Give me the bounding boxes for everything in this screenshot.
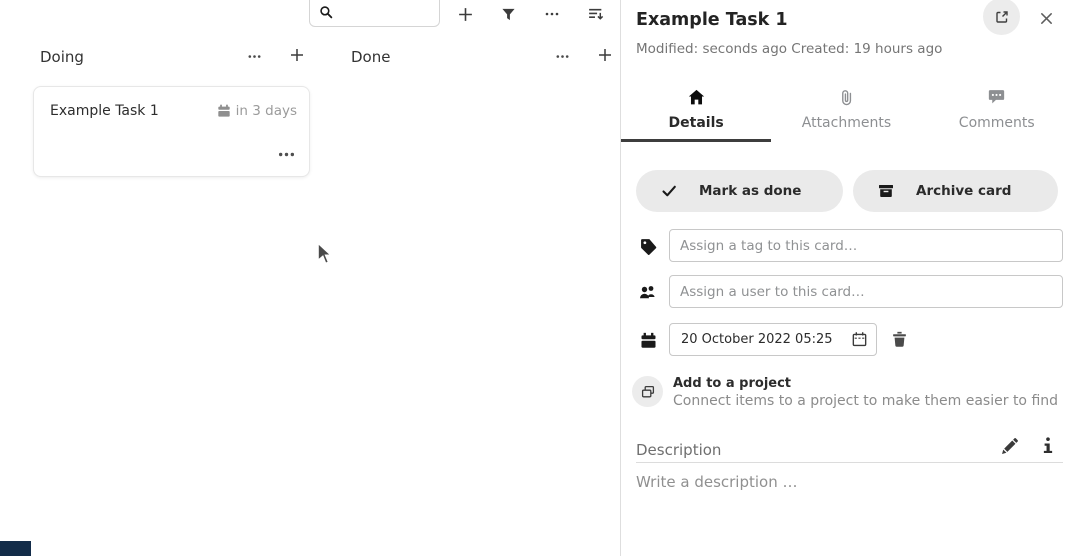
assign-user-input[interactable] (669, 275, 1063, 308)
taskbar-fragment (0, 541, 31, 556)
external-link-icon (994, 9, 1010, 25)
description-label: Description (636, 441, 721, 459)
edit-description-button[interactable] (1001, 438, 1018, 455)
calendar-icon (640, 332, 657, 349)
tab-label: Comments (959, 115, 1035, 131)
open-in-new-window-button[interactable] (983, 0, 1020, 35)
description-divider (636, 462, 1063, 463)
sort-list-icon (587, 6, 604, 23)
search-icon (310, 5, 334, 26)
done-add-card-button[interactable] (592, 42, 618, 68)
search-input[interactable] (334, 2, 424, 26)
close-icon (1039, 11, 1054, 26)
mouse-pointer-icon (316, 242, 338, 268)
ellipsis-icon (544, 6, 560, 22)
panel-meta: Modified: seconds ago Created: 19 hours … (636, 41, 942, 57)
board-menu-button[interactable] (539, 1, 565, 27)
assign-tag-input[interactable] (669, 229, 1063, 262)
tab-comments[interactable]: Comments (922, 84, 1072, 142)
filter-button[interactable] (495, 1, 521, 27)
tab-label: Attachments (802, 115, 891, 131)
assign-user-icon (639, 284, 657, 300)
description-placeholder[interactable]: Write a description … (636, 473, 798, 491)
ellipsis-icon (278, 146, 295, 163)
plus-icon (289, 47, 305, 63)
paperclip-icon (839, 88, 854, 106)
plus-icon (597, 47, 613, 63)
filter-funnel-icon (501, 7, 516, 22)
task-card[interactable]: Example Task 1 in 3 days (33, 86, 310, 177)
ellipsis-icon (247, 49, 262, 64)
checkmark-icon (661, 183, 677, 199)
sort-button[interactable] (582, 1, 608, 27)
pencil-icon (1001, 438, 1018, 455)
button-label: Mark as done (699, 183, 801, 199)
plus-icon (457, 6, 474, 23)
doing-column-menu-button[interactable] (241, 43, 267, 69)
panel-title: Example Task 1 (636, 10, 788, 30)
card-menu-button[interactable] (278, 146, 295, 163)
due-date-value: 20 October 2022 05:25 (681, 332, 851, 347)
panel-tabs: Details Attachments Comments (621, 84, 1072, 142)
archive-card-button[interactable]: Archive card (853, 170, 1058, 212)
ellipsis-icon (555, 49, 570, 64)
close-panel-button[interactable] (1035, 7, 1057, 29)
add-to-project-subtitle: Connect items to a project to make them … (673, 393, 1058, 409)
doing-add-card-button[interactable] (284, 42, 310, 68)
tag-icon (640, 238, 657, 255)
tab-label: Details (669, 115, 724, 131)
chat-bubble-icon (988, 88, 1005, 106)
column-title-done: Done (351, 48, 390, 66)
card-title: Example Task 1 (50, 103, 159, 119)
archive-box-icon (878, 183, 894, 199)
button-label: Archive card (916, 183, 1011, 199)
tab-details[interactable]: Details (621, 84, 771, 142)
trash-icon (891, 331, 908, 348)
add-list-button[interactable] (452, 1, 478, 27)
column-title-doing: Doing (40, 48, 84, 66)
overlapping-windows-icon (640, 384, 656, 400)
done-column-menu-button[interactable] (549, 43, 575, 69)
search-box[interactable] (309, 0, 440, 27)
add-to-project-title: Add to a project (673, 376, 791, 391)
card-due-date: in 3 days (217, 103, 297, 119)
remove-due-date-button[interactable] (891, 331, 908, 348)
due-date-field[interactable]: 20 October 2022 05:25 (669, 323, 877, 356)
card-due-label: in 3 days (236, 103, 297, 119)
calendar-icon (217, 104, 231, 118)
tab-attachments[interactable]: Attachments (771, 84, 921, 142)
kanban-app-window: Doing Done Example Task 1 in (0, 0, 1073, 556)
info-icon[interactable] (1040, 437, 1056, 454)
active-tab-underline (621, 139, 771, 142)
home-icon (688, 88, 705, 106)
date-picker-button[interactable] (851, 331, 868, 348)
add-to-project-button[interactable] (632, 376, 663, 407)
mark-as-done-button[interactable]: Mark as done (636, 170, 843, 212)
